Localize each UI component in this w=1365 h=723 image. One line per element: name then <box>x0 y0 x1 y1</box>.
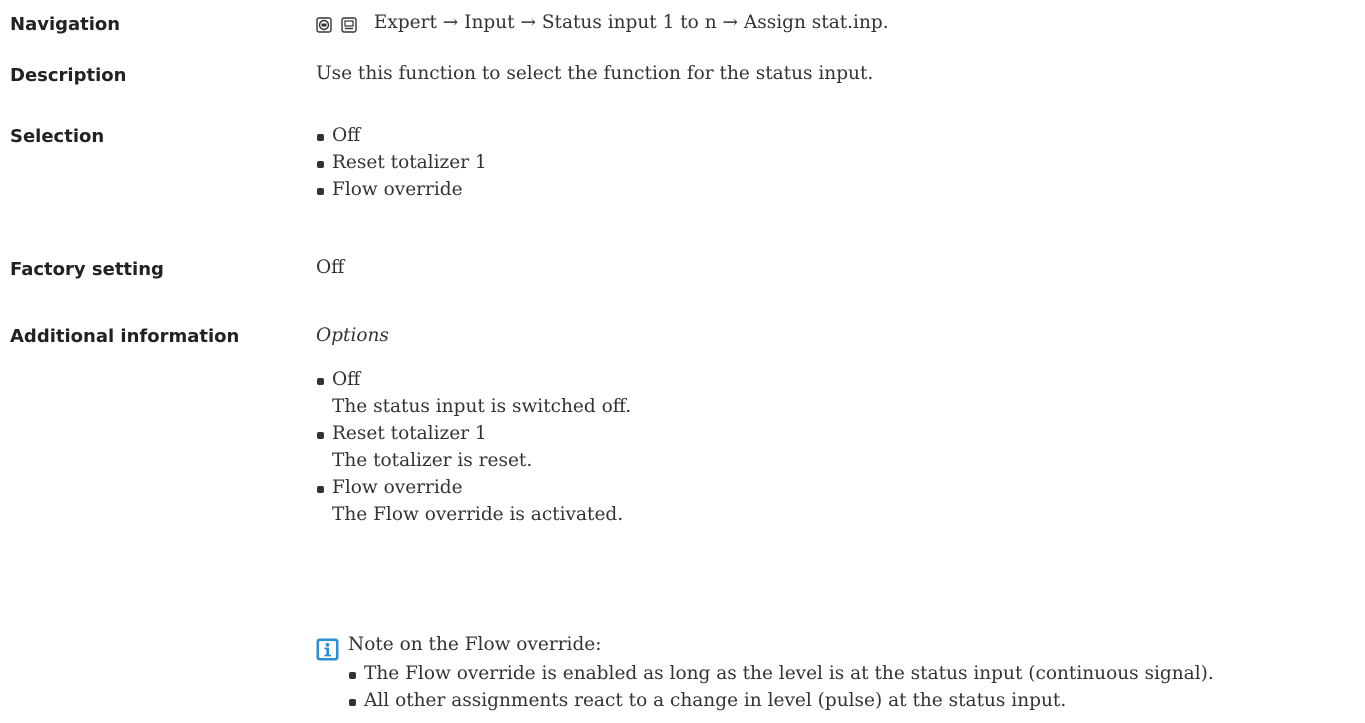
selection-item: Flow override <box>316 176 487 203</box>
device-icons <box>316 14 360 35</box>
selection-label: Selection <box>10 126 105 147</box>
note-list: The Flow override is enabled as long as … <box>348 660 1348 714</box>
factory-setting-label: Factory setting <box>10 259 164 280</box>
info-icon <box>316 638 339 661</box>
option-name: Flow override <box>332 477 463 498</box>
option-item: Flow override The Flow override is activ… <box>316 474 631 528</box>
navigation-label: Navigation <box>10 14 121 35</box>
option-description: The totalizer is reset. <box>332 450 533 471</box>
operating-tool-icon <box>316 17 332 33</box>
factory-setting-value: Off <box>316 257 345 278</box>
selection-list: Off Reset totalizer 1 Flow override <box>316 122 487 203</box>
options-heading: Options <box>316 325 389 346</box>
selection-item: Reset totalizer 1 <box>316 149 487 176</box>
option-description: The Flow override is activated. <box>332 504 624 525</box>
option-name: Reset totalizer 1 <box>332 423 487 444</box>
description-text: Use this function to select the function… <box>316 63 874 84</box>
note-item: The Flow override is enabled as long as … <box>348 660 1348 687</box>
description-label: Description <box>10 65 127 86</box>
options-list: Off The status input is switched off. Re… <box>316 366 631 528</box>
selection-item: Off <box>316 122 487 149</box>
navigation-path-row: Expert → Input → Status input 1 to n → A… <box>316 12 889 35</box>
option-name: Off <box>332 369 361 390</box>
note-item: All other assignments react to a change … <box>348 687 1348 714</box>
display-icon <box>341 17 357 33</box>
additional-information-label: Additional information <box>10 326 240 347</box>
option-description: The status input is switched off. <box>332 396 632 417</box>
option-item: Reset totalizer 1 The totalizer is reset… <box>316 420 631 474</box>
navigation-path: Expert → Input → Status input 1 to n → A… <box>373 12 889 33</box>
note-title: Note on the Flow override: <box>348 634 602 655</box>
option-item: Off The status input is switched off. <box>316 366 631 420</box>
